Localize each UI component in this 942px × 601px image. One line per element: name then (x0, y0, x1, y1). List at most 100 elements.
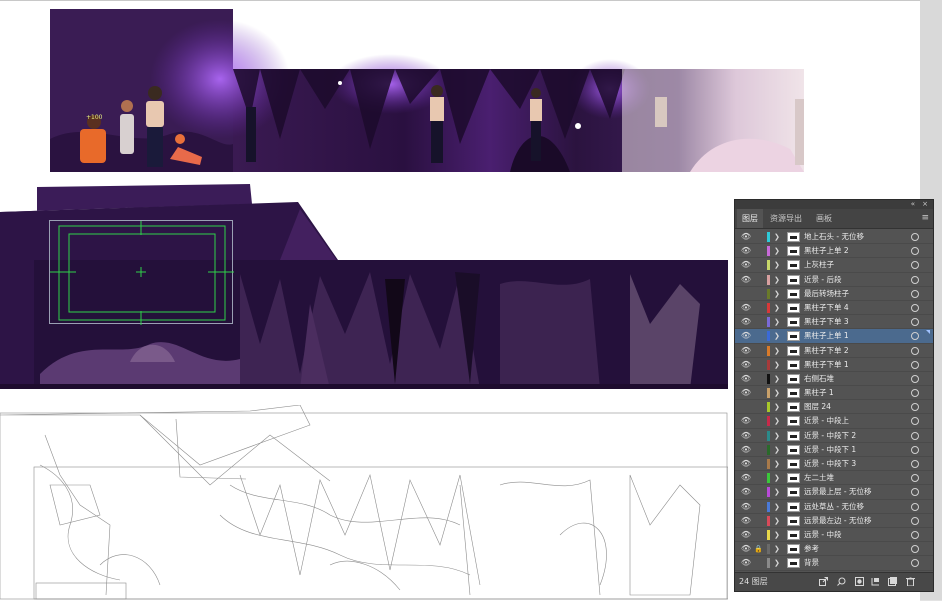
layer-name[interactable]: 最后转场柱子 (804, 287, 849, 301)
chevron-right-icon[interactable]: ❯ (774, 414, 780, 428)
layer-name[interactable]: 背景 (804, 556, 819, 570)
lock-icon[interactable] (754, 273, 763, 287)
layer-row[interactable]: 👁 🔒 ❯ 参考 (735, 542, 933, 557)
target-circle-icon[interactable] (911, 303, 919, 312)
scene-strip-top[interactable]: +100 (50, 9, 804, 172)
export-icon[interactable] (819, 577, 828, 586)
layer-name[interactable]: 黑柱子下单 3 (804, 315, 849, 329)
eye-icon[interactable]: 👁 (740, 301, 752, 315)
layer-row[interactable]: ❯ 最后转场柱子 (735, 287, 933, 301)
chevron-right-icon[interactable]: ❯ (774, 386, 780, 400)
lock-icon[interactable] (754, 287, 763, 301)
layer-row[interactable]: 👁 ❯ 地上石头 - 无位移 (735, 230, 933, 245)
lock-icon[interactable] (754, 372, 763, 386)
close-icon[interactable]: × (922, 200, 928, 209)
lock-icon[interactable] (754, 386, 763, 400)
tab-layers[interactable]: 图层 (737, 209, 763, 228)
target-circle-icon[interactable] (911, 233, 919, 241)
eye-icon[interactable]: 👁 (740, 457, 752, 471)
layer-row[interactable]: 👁 ❯ 黑柱子下单 3 (735, 315, 933, 330)
layer-name[interactable]: 黑柱子上单 2 (804, 244, 849, 258)
target-circle-icon[interactable] (911, 389, 919, 398)
layer-row[interactable]: 👁 ❯ 黑柱子下单 1 (735, 358, 933, 372)
layer-row[interactable]: 👁 ❯ 远景最左边 - 无位移 (735, 514, 933, 528)
layer-row[interactable]: 👁 ❯ 近景 - 中段下 3 (735, 457, 933, 472)
eye-icon[interactable]: 👁 (740, 273, 752, 287)
target-circle-icon[interactable] (911, 502, 919, 511)
chevron-right-icon[interactable]: ❯ (774, 542, 780, 556)
eye-icon[interactable] (740, 400, 752, 414)
target-circle-icon[interactable] (911, 431, 919, 440)
target-circle-icon[interactable] (911, 530, 919, 539)
lock-icon[interactable] (754, 429, 763, 443)
chevron-right-icon[interactable]: ❯ (774, 528, 780, 542)
chevron-right-icon[interactable]: ❯ (774, 258, 780, 272)
eye-icon[interactable]: 👁 (740, 315, 752, 329)
chevron-right-icon[interactable]: ❯ (774, 443, 780, 457)
layer-row[interactable]: 👁 ❯ 黑柱子上单 2 (735, 244, 933, 259)
layer-name[interactable]: 黑柱子 1 (804, 386, 834, 400)
layer-name[interactable]: 黑柱子下单 4 (804, 301, 849, 315)
lock-icon[interactable] (754, 556, 763, 570)
layer-row[interactable]: 👁 ❯ 黑柱子上单 1 (735, 329, 933, 344)
tab-asset-export[interactable]: 资源导出 (765, 209, 807, 228)
lock-icon[interactable] (754, 528, 763, 542)
lock-icon[interactable] (754, 358, 763, 372)
layer-name[interactable]: 右侧石堆 (804, 372, 834, 386)
eye-icon[interactable]: 👁 (740, 230, 752, 244)
target-circle-icon[interactable] (911, 247, 919, 256)
layer-name[interactable]: 地上石头 - 无位移 (804, 230, 864, 244)
layer-row[interactable]: 👁 ❯ 近景 - 后段 (735, 273, 933, 287)
delete-icon[interactable] (906, 577, 915, 586)
target-circle-icon[interactable] (911, 460, 919, 468)
chevron-right-icon[interactable]: ❯ (774, 471, 780, 485)
eye-icon[interactable]: 👁 (740, 344, 752, 358)
layer-row[interactable]: 👁 ❯ 背景 (735, 556, 933, 571)
eye-icon[interactable]: 👁 (740, 514, 752, 528)
lock-icon[interactable] (754, 457, 763, 471)
lock-icon[interactable] (754, 258, 763, 272)
target-circle-icon[interactable] (911, 332, 919, 341)
lock-icon[interactable] (754, 443, 763, 457)
chevron-right-icon[interactable]: ❯ (774, 556, 780, 570)
layer-row[interactable]: 👁 ❯ 近景 - 中段下 1 (735, 443, 933, 457)
eye-icon[interactable]: 👁 (740, 372, 752, 386)
layer-row[interactable]: 👁 ❯ 上灰柱子 (735, 258, 933, 273)
layer-name[interactable]: 黑柱子下单 1 (804, 358, 849, 372)
lock-icon[interactable] (754, 485, 763, 499)
target-circle-icon[interactable] (911, 559, 919, 568)
layer-row[interactable]: 👁 ❯ 黑柱子 1 (735, 386, 933, 401)
lock-icon[interactable] (754, 315, 763, 329)
eye-icon[interactable]: 👁 (740, 358, 752, 372)
eye-icon[interactable]: 👁 (740, 258, 752, 272)
target-circle-icon[interactable] (911, 261, 919, 270)
eye-icon[interactable]: 👁 (740, 414, 752, 428)
target-circle-icon[interactable] (911, 318, 919, 327)
chevron-right-icon[interactable]: ❯ (774, 230, 780, 244)
chevron-right-icon[interactable]: ❯ (774, 514, 780, 528)
layer-row[interactable]: 👁 ❯ 远景 - 中段 (735, 528, 933, 543)
camera-frame[interactable] (49, 220, 234, 325)
tab-artboards[interactable]: 画板 (811, 209, 837, 228)
layer-name[interactable]: 左二土堆 (804, 471, 834, 485)
layer-row[interactable]: 👁 ❯ 黑柱子下单 4 (735, 301, 933, 316)
eye-icon[interactable]: 👁 (740, 500, 752, 514)
search-icon[interactable] (837, 577, 846, 586)
lock-icon[interactable] (754, 514, 763, 528)
eye-icon[interactable]: 👁 (740, 471, 752, 485)
lock-icon[interactable] (754, 301, 763, 315)
eye-icon[interactable]: 👁 (740, 386, 752, 400)
chevron-right-icon[interactable]: ❯ (774, 315, 780, 329)
layer-name[interactable]: 黑柱子上单 1 (804, 329, 849, 343)
chevron-right-icon[interactable]: ❯ (774, 485, 780, 499)
layer-row[interactable]: 👁 ❯ 黑柱子下单 2 (735, 344, 933, 358)
lock-icon[interactable] (754, 471, 763, 485)
layer-row[interactable]: 👁 ❯ 远处草丛 - 无位移 (735, 500, 933, 514)
layer-name[interactable]: 近景 - 中段下 3 (804, 457, 856, 471)
chevron-right-icon[interactable]: ❯ (774, 287, 780, 301)
layer-name[interactable]: 远处草丛 - 无位移 (804, 500, 864, 514)
layer-name[interactable]: 近景 - 中段下 1 (804, 443, 856, 457)
chevron-right-icon[interactable]: ❯ (774, 344, 780, 358)
layer-name[interactable]: 黑柱子下单 2 (804, 344, 849, 358)
chevron-right-icon[interactable]: ❯ (774, 244, 780, 258)
